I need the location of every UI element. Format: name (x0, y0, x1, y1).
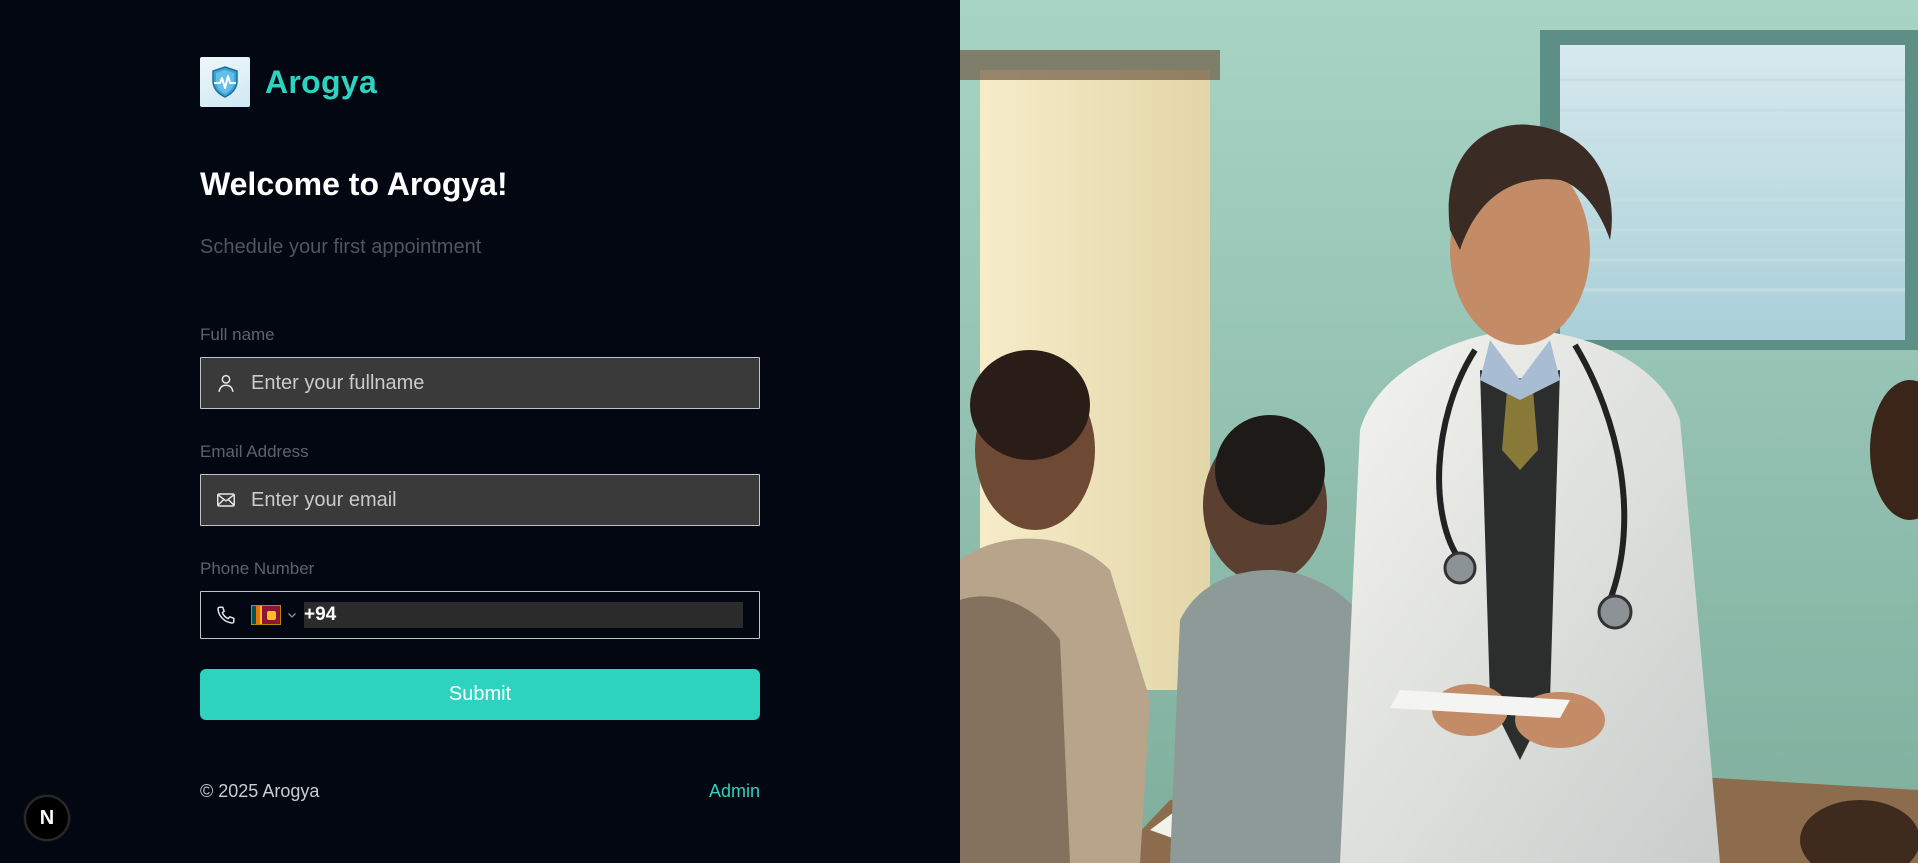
page-title: Welcome to Arogya! (200, 166, 508, 202)
email-input[interactable] (251, 476, 759, 524)
sri-lanka-flag-icon (251, 605, 281, 625)
copyright-text: © 2025 Arogya (200, 781, 320, 801)
phone-icon (201, 590, 251, 640)
phone-field[interactable] (200, 591, 760, 639)
full-name-input[interactable] (251, 359, 759, 407)
brand-name: Arogya (265, 63, 378, 100)
form-panel: Arogya Welcome to Arogya! Schedule your … (0, 0, 960, 863)
phone-input-box[interactable] (304, 602, 743, 628)
doctor-with-patients-photo (960, 0, 1918, 863)
submit-button[interactable]: Submit (200, 669, 760, 720)
user-icon (201, 358, 251, 408)
chevron-down-icon (288, 613, 296, 618)
onboarding-page: Arogya Welcome to Arogya! Schedule your … (0, 0, 1918, 863)
admin-link[interactable]: Admin (709, 781, 760, 802)
shield-heartbeat-icon (200, 57, 250, 107)
phone-input[interactable] (304, 602, 743, 628)
country-select[interactable] (251, 600, 304, 630)
page-subtitle: Schedule your first appointment (200, 236, 482, 258)
email-label: Email Address (200, 442, 309, 461)
full-name-label: Full name (200, 325, 275, 344)
mail-icon (201, 475, 251, 525)
phone-label: Phone Number (200, 559, 315, 578)
dev-badge-label: N (39, 806, 55, 829)
email-field[interactable] (200, 474, 760, 526)
brand: Arogya (200, 57, 377, 107)
full-name-field[interactable] (200, 357, 760, 409)
dev-tools-badge[interactable]: N (24, 795, 70, 841)
